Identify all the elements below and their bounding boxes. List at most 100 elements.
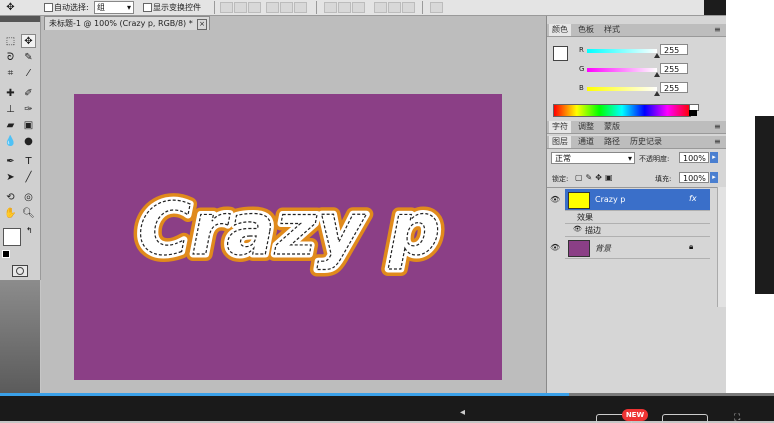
fill-arrow-icon[interactable]: ▸ bbox=[710, 172, 718, 183]
panel-menu-icon[interactable]: ≡ bbox=[711, 136, 724, 148]
eye-icon[interactable]: 👁︎ bbox=[573, 225, 582, 233]
align-left-icon[interactable] bbox=[266, 2, 279, 13]
quick-mask-icon[interactable] bbox=[12, 265, 28, 277]
tab-channels[interactable]: 通道 bbox=[575, 136, 597, 148]
move-tool-icon[interactable]: ✥ bbox=[3, 0, 18, 14]
fill-label: 填充: bbox=[655, 175, 672, 183]
blue-value-field[interactable]: 255 bbox=[660, 82, 688, 93]
tab-swatches[interactable]: 色板 bbox=[575, 24, 597, 36]
stroke-effect-row[interactable]: 👁︎ 描边 bbox=[565, 224, 710, 237]
fullscreen-icon[interactable]: ⛶ bbox=[734, 413, 740, 423]
blue-slider[interactable] bbox=[587, 87, 657, 91]
align-right-icon[interactable] bbox=[294, 2, 307, 13]
distribute-hcenter-icon[interactable] bbox=[388, 2, 401, 13]
history-brush-icon[interactable]: ✑ bbox=[21, 102, 36, 116]
auto-select-value: 组 bbox=[97, 3, 105, 12]
marquee-tool-icon[interactable]: ⬚ bbox=[3, 34, 18, 48]
gradient-tool-icon[interactable]: ▣ bbox=[21, 118, 36, 132]
eraser-tool-icon[interactable]: ▰ bbox=[3, 118, 18, 132]
panel-menu-icon[interactable]: ≡ bbox=[711, 24, 724, 36]
3d-orbit-icon[interactable]: ◎ bbox=[21, 190, 36, 204]
quick-select-tool-icon[interactable]: ✎ bbox=[21, 50, 36, 64]
chevron-down-icon: ▾ bbox=[126, 3, 131, 12]
new-badge: NEW bbox=[622, 409, 648, 421]
slider-label-b: B bbox=[579, 84, 584, 92]
show-transform-label: 显示变换控件 bbox=[153, 3, 201, 12]
eye-icon[interactable]: 👁︎ bbox=[550, 243, 560, 252]
distribute-top-icon[interactable] bbox=[324, 2, 337, 13]
eye-icon[interactable]: 👁︎ bbox=[550, 195, 560, 204]
tab-styles[interactable]: 样式 bbox=[601, 24, 623, 36]
spectrum-black[interactable] bbox=[689, 110, 697, 116]
lock-icons[interactable]: ▢✎✥▣ bbox=[575, 173, 616, 182]
tab-layers[interactable]: 图层 bbox=[549, 136, 571, 148]
hand-tool-icon[interactable]: ✋ bbox=[3, 206, 18, 220]
document-tab[interactable]: 未标题-1 @ 100% (Crazy p, RGB/8) * × bbox=[44, 16, 210, 30]
show-transform-checkbox[interactable] bbox=[143, 3, 152, 12]
volume-icon[interactable]: ◂ bbox=[460, 407, 465, 418]
align-top-icon[interactable] bbox=[220, 2, 233, 13]
red-slider[interactable] bbox=[587, 49, 657, 53]
clone-stamp-icon[interactable]: ⊥ bbox=[3, 102, 18, 116]
auto-select-dropdown[interactable]: 组 ▾ bbox=[94, 1, 134, 14]
panel-menu-icon[interactable]: ≡ bbox=[711, 121, 724, 133]
close-icon[interactable]: × bbox=[197, 19, 207, 30]
green-slider[interactable] bbox=[587, 68, 657, 72]
pen-tool-icon[interactable]: ✒ bbox=[3, 154, 18, 168]
lock-icon: 🔒︎ bbox=[689, 242, 694, 251]
layer-row-text[interactable]: Crazy p fx bbox=[565, 189, 710, 211]
foreground-color-swatch[interactable] bbox=[3, 228, 21, 246]
type-tool-icon[interactable]: T bbox=[21, 154, 36, 168]
tab-history[interactable]: 历史记录 bbox=[627, 136, 665, 148]
layer-row-background[interactable]: 背景 🔒︎ bbox=[565, 237, 710, 259]
effects-row[interactable]: 效果 bbox=[565, 211, 710, 224]
line-tool-icon[interactable]: ╱ bbox=[21, 170, 36, 184]
opacity-arrow-icon[interactable]: ▸ bbox=[710, 152, 718, 163]
swap-colors-icon[interactable]: ↰ bbox=[26, 226, 33, 235]
green-value-field[interactable]: 255 bbox=[660, 63, 688, 74]
brush-tool-icon[interactable]: ✐ bbox=[21, 86, 36, 100]
3d-rotate-icon[interactable]: ⟲ bbox=[3, 190, 18, 204]
fx-icon[interactable]: fx bbox=[689, 194, 697, 203]
tab-adjustments[interactable]: 调整 bbox=[575, 121, 597, 133]
distribute-vcenter-icon[interactable] bbox=[338, 2, 351, 13]
lasso-tool-icon[interactable]: ᘐ bbox=[3, 50, 18, 64]
chevron-down-icon: ▾ bbox=[627, 154, 632, 163]
align-vcenter-icon[interactable] bbox=[234, 2, 247, 13]
stroke-effect-label: 描边 bbox=[585, 226, 601, 235]
fill-field[interactable]: 100% bbox=[679, 172, 709, 183]
tab-character[interactable]: 字符 bbox=[549, 121, 571, 133]
zoom-tool-icon[interactable]: 🔍︎ bbox=[21, 206, 36, 220]
color-spectrum[interactable] bbox=[553, 104, 691, 117]
auto-align-icon[interactable] bbox=[430, 2, 443, 13]
divider bbox=[316, 1, 317, 14]
distribute-right-icon[interactable] bbox=[402, 2, 415, 13]
crop-tool-icon[interactable]: ⌗ bbox=[3, 66, 18, 80]
blur-tool-icon[interactable]: 💧 bbox=[3, 134, 18, 148]
path-select-icon[interactable]: ➤ bbox=[3, 170, 18, 184]
opacity-field[interactable]: 100% bbox=[679, 152, 709, 163]
text-layer-artwork[interactable]: Crazy p Crazy p Crazy p bbox=[130, 168, 460, 278]
default-colors-icon[interactable] bbox=[2, 250, 10, 258]
effects-label: 效果 bbox=[577, 213, 593, 222]
auto-select-checkbox[interactable] bbox=[44, 3, 53, 12]
tab-masks[interactable]: 蒙版 bbox=[601, 121, 623, 133]
tab-color[interactable]: 颜色 bbox=[549, 24, 571, 36]
move-tool-icon[interactable]: ✥ bbox=[21, 34, 36, 48]
tab-paths[interactable]: 路径 bbox=[601, 136, 623, 148]
healing-brush-icon[interactable]: ✚ bbox=[3, 86, 18, 100]
eyedropper-tool-icon[interactable]: ⁄ bbox=[21, 66, 36, 80]
dodge-tool-icon[interactable]: ● bbox=[21, 134, 36, 148]
align-hcenter-icon[interactable] bbox=[280, 2, 293, 13]
panel-dock: 颜色 色板 样式 ≡ R 255 G 255 B 255 字符 调整 蒙版 ≡ … bbox=[546, 16, 728, 395]
blend-mode-select[interactable]: 正常 ▾ bbox=[551, 152, 635, 164]
red-value-field[interactable]: 255 bbox=[660, 44, 688, 55]
background-layer-name: 背景 bbox=[595, 244, 611, 253]
distribute-bottom-icon[interactable] bbox=[352, 2, 365, 13]
selection-marching-ants: Crazy p bbox=[138, 187, 440, 271]
align-bottom-icon[interactable] bbox=[248, 2, 261, 13]
toolbox-grip[interactable] bbox=[0, 16, 40, 22]
speed-button[interactable] bbox=[662, 414, 708, 423]
distribute-left-icon[interactable] bbox=[374, 2, 387, 13]
color-panel-foreground-swatch[interactable] bbox=[553, 46, 568, 61]
